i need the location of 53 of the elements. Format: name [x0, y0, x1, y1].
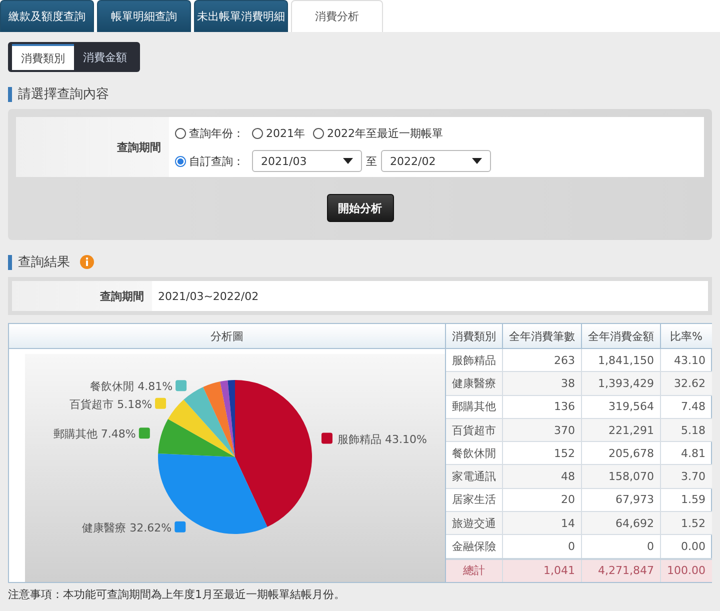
tab[interactable]: 消費分析: [291, 0, 383, 32]
slice-label: 健康醫療 32.62%: [82, 521, 172, 534]
table-cell: 家電通訊: [446, 464, 502, 488]
table-cell: 5.18: [660, 418, 712, 442]
table-cell: 32.62: [660, 372, 712, 396]
tab[interactable]: 繳款及額度查詢: [0, 0, 94, 32]
slice-label: 服飾精品 43.10%: [337, 432, 427, 446]
table-cell: 158,070: [582, 464, 660, 488]
separator-text: 至: [366, 154, 377, 168]
section-title: 請選擇查詢內容: [18, 86, 109, 103]
radio-option[interactable]: 2022年至最近一期帳單: [313, 126, 443, 140]
caret-icon: [343, 158, 353, 164]
note-text: 注意事項：本功能可查詢期間為上年度1月至最近一期帳單結帳月份。: [8, 587, 346, 602]
table-cell: 1,393,429: [582, 372, 660, 396]
radio-option[interactable]: 查詢年份：: [175, 126, 244, 140]
month-dropdown[interactable]: 2021/03: [252, 150, 362, 172]
month-dropdown[interactable]: 2022/02: [381, 150, 491, 172]
total-cell: 100.00: [660, 558, 712, 582]
tab[interactable]: 消費類別: [12, 44, 74, 70]
table-cell: 旅遊交通: [446, 512, 502, 535]
table-cell: 3.70: [660, 464, 712, 488]
table-cell: 1.52: [660, 512, 712, 535]
tab[interactable]: 帳單明細查詢: [97, 0, 191, 32]
radio-option[interactable]: 自訂查詢：: [175, 154, 244, 168]
table-cell: 48: [502, 464, 582, 488]
radio-option[interactable]: 2021年: [252, 126, 305, 140]
tab[interactable]: 消費金額: [74, 44, 136, 70]
column-header: 消費類別: [446, 324, 502, 348]
column-header: 比率%: [660, 324, 712, 348]
table-cell: 健康醫療: [446, 372, 502, 396]
column-header: 分析圖: [9, 324, 445, 349]
total-cell: 總計: [446, 558, 502, 582]
info-icon[interactable]: [80, 255, 94, 269]
column-header: 全年消費金額: [582, 324, 660, 348]
tab[interactable]: 未出帳單消費明細: [194, 0, 288, 32]
table-cell: 64,692: [582, 512, 660, 535]
column-header: 全年消費筆數: [502, 324, 582, 348]
table-cell: 14: [502, 512, 582, 535]
analyze-button[interactable]: 開始分析: [326, 194, 394, 222]
slice-label: 郵購其他 7.48%: [53, 428, 136, 441]
slice-label: 餐飲休閒 4.81%: [90, 380, 173, 394]
field-label: 查詢期間: [16, 117, 169, 177]
section-title: 查詢結果: [18, 254, 70, 271]
table-cell: 38: [502, 372, 582, 396]
caret-icon: [472, 158, 482, 164]
slice-label: 百貨超市 5.18%: [70, 398, 152, 411]
table-cell: 百貨超市: [446, 418, 502, 442]
field-label: 查詢期間: [12, 281, 152, 311]
table-cell: 370: [502, 418, 582, 442]
total-cell: 4,271,847: [582, 558, 660, 582]
total-cell: 1,041: [502, 558, 582, 582]
period-value: 2021/03~2022/02: [157, 288, 259, 304]
table-cell: 221,291: [582, 418, 660, 442]
